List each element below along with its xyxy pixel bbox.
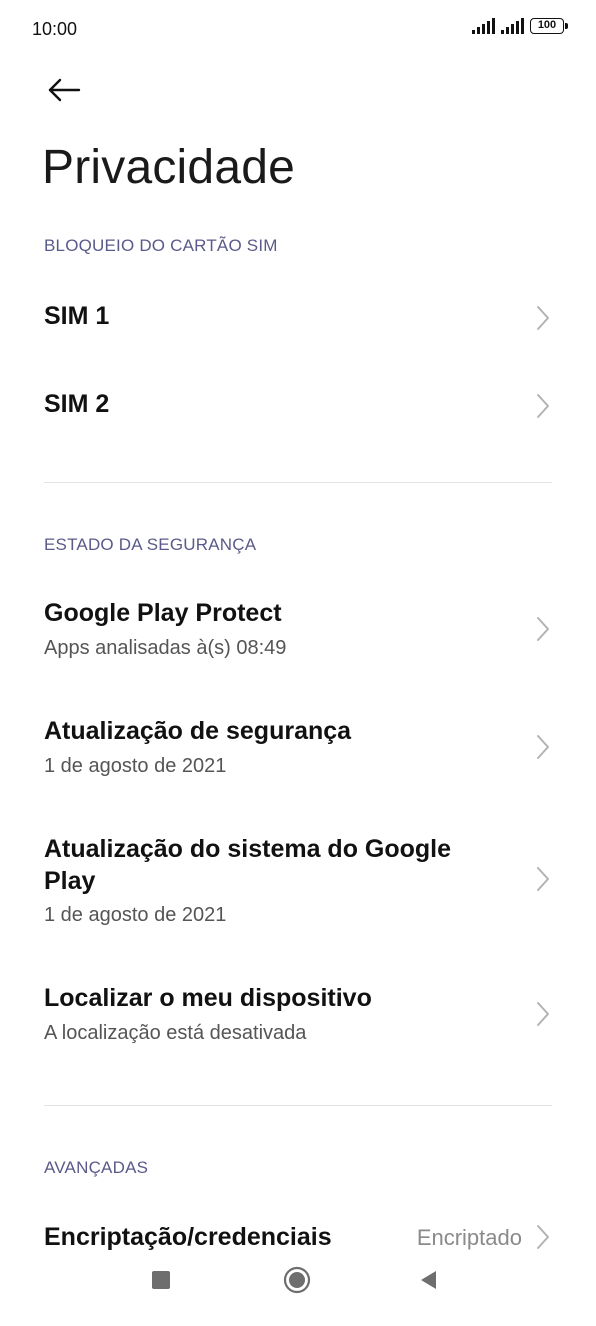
list-item-title: Atualização de segurança <box>44 717 352 745</box>
status-time: 10:00 <box>32 19 78 39</box>
signal-icon <box>472 18 495 34</box>
chevron-right-icon <box>537 617 549 641</box>
section-divider <box>44 1105 552 1106</box>
chevron-right-icon <box>537 394 549 418</box>
list-item-google-play-system-update[interactable]: Atualização do sistema do Google Play 1 … <box>0 821 596 941</box>
back-button[interactable] <box>40 70 88 110</box>
chevron-right-icon <box>537 1225 549 1249</box>
arrow-left-icon <box>48 78 81 102</box>
list-item-title-line-2: Play <box>44 867 96 895</box>
list-item-title: Encriptação/credenciais <box>44 1223 332 1251</box>
list-item-subtitle: 1 de agosto de 2021 <box>44 755 227 777</box>
list-item-title: Localizar o meu dispositivo <box>44 984 372 1012</box>
battery-level: 100 <box>537 19 557 31</box>
status-icons: 100 <box>472 18 568 34</box>
chevron-right-icon <box>537 867 549 891</box>
section-header-security-status: ESTADO DA SEGURANÇA <box>44 535 257 554</box>
triangle-back-icon[interactable] <box>418 1269 438 1291</box>
list-item-title: SIM 1 <box>44 302 110 330</box>
chevron-right-icon <box>537 735 549 759</box>
list-item-value: Encriptado <box>416 1225 522 1250</box>
list-item-title: SIM 2 <box>44 390 110 418</box>
list-item-subtitle: 1 de agosto de 2021 <box>44 904 227 926</box>
section-header-advanced: AVANÇADAS <box>44 1158 149 1177</box>
list-item-google-play-protect[interactable]: Google Play Protect Apps analisadas à(s)… <box>0 585 596 675</box>
circle-icon[interactable] <box>283 1266 311 1294</box>
chevron-right-icon <box>537 306 549 330</box>
list-item-encryption-credentials[interactable]: Encriptação/credenciais Encriptado <box>0 1205 596 1255</box>
list-item-subtitle: A localização está desativada <box>44 1022 307 1044</box>
list-item-sim-2[interactable]: SIM 2 <box>0 368 596 446</box>
section-header-sim-lock: BLOQUEIO DO CARTÃO SIM <box>44 236 278 255</box>
list-item-security-update[interactable]: Atualização de segurança 1 de agosto de … <box>0 703 596 793</box>
navigation-bar <box>0 1254 596 1326</box>
list-item-title: Google Play Protect <box>44 599 282 627</box>
list-item-title-line-1: Atualização do sistema do Google <box>44 835 452 863</box>
battery-icon: 100 <box>530 18 568 34</box>
square-icon[interactable] <box>152 1271 170 1289</box>
page-title: Privacidade <box>42 141 296 194</box>
list-item-subtitle: Apps analisadas à(s) 08:49 <box>44 637 287 659</box>
chevron-right-icon <box>537 1002 549 1026</box>
section-divider <box>44 482 552 483</box>
signal-icon <box>501 18 524 34</box>
list-item-sim-1[interactable]: SIM 1 <box>0 280 596 358</box>
status-bar: 10:00 100 <box>0 0 596 60</box>
list-item-find-my-device[interactable]: Localizar o meu dispositivo A localizaçã… <box>0 970 596 1060</box>
